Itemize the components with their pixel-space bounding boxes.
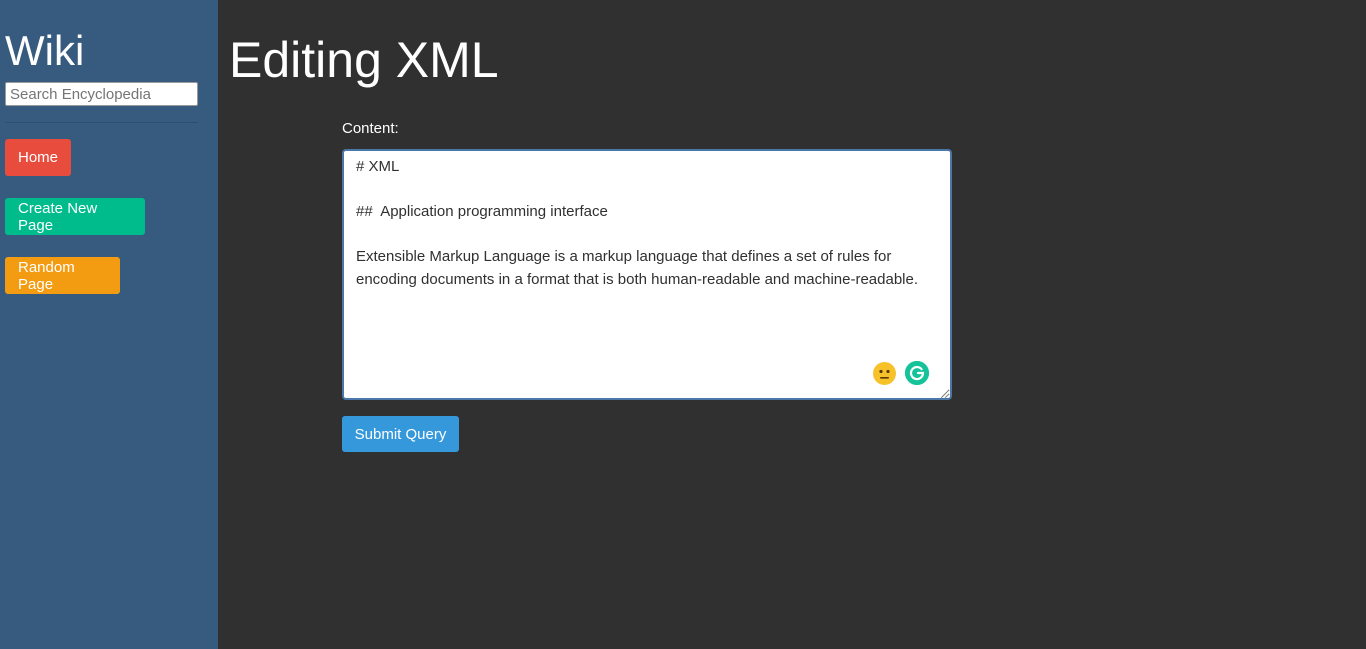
grammarly-icon[interactable] bbox=[905, 361, 929, 385]
sidebar-divider bbox=[5, 122, 198, 123]
page-title: Editing XML bbox=[229, 32, 499, 88]
submit-query-button[interactable]: Submit Query bbox=[342, 416, 459, 452]
sidebar: Wiki Home Create New Page Random Page bbox=[0, 0, 218, 649]
home-button[interactable]: Home bbox=[5, 139, 71, 176]
random-page-button[interactable]: Random Page bbox=[5, 257, 120, 294]
resize-handle-icon[interactable] bbox=[938, 386, 950, 399]
site-title: Wiki bbox=[5, 27, 85, 74]
search-input[interactable] bbox=[5, 82, 198, 106]
content-textarea[interactable]: # XML ## Application programming interfa… bbox=[342, 149, 952, 400]
content-label: Content: bbox=[342, 120, 399, 137]
create-new-page-button[interactable]: Create New Page bbox=[5, 198, 145, 235]
neutral-face-emoji-icon[interactable] bbox=[873, 362, 896, 385]
